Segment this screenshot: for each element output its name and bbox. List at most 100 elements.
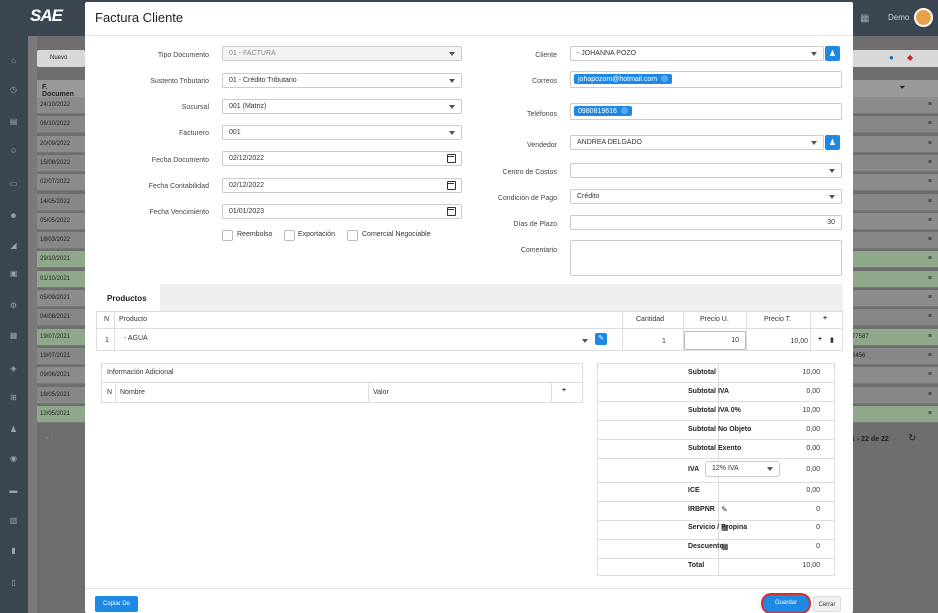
remove-tag-icon[interactable] bbox=[620, 107, 628, 114]
avatar[interactable] bbox=[914, 8, 933, 27]
users-icon[interactable]: ☺ bbox=[8, 145, 19, 156]
bg-table-row[interactable]: 02/07/2022 bbox=[37, 174, 85, 192]
fecha-vencimiento-input[interactable]: 01/01/2023 bbox=[222, 204, 462, 219]
row-cantidad[interactable]: 1 bbox=[662, 338, 666, 345]
cliente-select[interactable]: - JOHANNA POZO bbox=[570, 46, 824, 61]
precio-u-input[interactable]: 10 bbox=[684, 331, 746, 350]
chart-icon[interactable]: ◢ bbox=[8, 240, 19, 251]
bg-table-row[interactable]: 14/05/2022 bbox=[37, 193, 85, 211]
exportacion-checkbox[interactable] bbox=[284, 230, 295, 241]
bg-table-row-right[interactable]: ≡ 77587 bbox=[850, 328, 938, 346]
row-menu-icon[interactable]: ≡ bbox=[928, 217, 932, 224]
group-icon[interactable]: ☻ bbox=[8, 210, 19, 221]
bg-table-row[interactable]: 01/10/2021 bbox=[37, 270, 85, 288]
tipo-documento-select[interactable]: 01 - FACTURA bbox=[222, 46, 462, 61]
comentario-textarea[interactable] bbox=[570, 240, 842, 276]
correos-input[interactable]: johapozom@hotmail.com bbox=[570, 71, 842, 88]
tab-productos[interactable]: Productos bbox=[96, 284, 160, 311]
iva-select[interactable]: 12% IVA bbox=[705, 461, 780, 477]
bg-table-row[interactable]: 24/10/2022 bbox=[37, 97, 85, 114]
calendar-icon[interactable] bbox=[447, 154, 456, 163]
row-menu-icon[interactable]: ≡ bbox=[928, 313, 932, 320]
invoice-icon[interactable]: ▣ bbox=[8, 268, 19, 279]
email-tag[interactable]: johapozom@hotmail.com bbox=[574, 74, 673, 84]
row-menu-icon[interactable]: ≡ bbox=[928, 255, 932, 262]
row-menu-icon[interactable]: ≡ bbox=[928, 294, 932, 301]
cerrar-button[interactable]: Cerrar bbox=[813, 596, 841, 612]
bg-table-row-right[interactable]: ≡ 3456 bbox=[850, 347, 938, 365]
calendar-icon[interactable] bbox=[447, 181, 456, 190]
bg-table-row-right[interactable]: ≡ bbox=[850, 290, 938, 307]
remove-tag-icon[interactable] bbox=[661, 75, 669, 82]
vendedor-select[interactable]: ANDREA DELGADO bbox=[570, 135, 824, 150]
bg-table-row[interactable]: 20/09/2022 bbox=[37, 135, 85, 153]
bg-table-row[interactable]: 15/08/2022 bbox=[37, 154, 85, 172]
bg-table-row-right[interactable]: ≡ bbox=[850, 270, 938, 288]
new-button-bg[interactable]: Nuevo bbox=[37, 50, 85, 67]
facturero-select[interactable]: 001 bbox=[222, 125, 462, 140]
bank-icon[interactable]: ▤ bbox=[8, 116, 19, 127]
row-menu-icon[interactable]: ≡ bbox=[928, 333, 932, 340]
sustento-select[interactable]: 01 - Crédito Tributario bbox=[222, 73, 462, 88]
bg-table-row-right[interactable]: ≡ bbox=[850, 405, 938, 423]
condicion-pago-select[interactable]: Crédito bbox=[570, 189, 842, 204]
truck-icon[interactable]: ▭ bbox=[8, 178, 19, 189]
bg-table-row-right[interactable]: ≡ bbox=[850, 135, 938, 153]
add-row-icon[interactable]: + bbox=[818, 336, 822, 343]
erase-icon[interactable]: ◆ bbox=[907, 53, 913, 62]
phone-tag[interactable]: 0980819616 bbox=[574, 106, 632, 116]
bg-table-row-right[interactable]: ≡ bbox=[850, 212, 938, 230]
home-icon[interactable]: ⌂ bbox=[8, 55, 19, 66]
bg-table-row[interactable]: 29/10/2021 bbox=[37, 251, 85, 269]
doc-icon[interactable]: ▯ bbox=[8, 577, 19, 588]
copiar-de-button[interactable]: Copiar De bbox=[95, 596, 138, 612]
row-menu-icon[interactable]: ≡ bbox=[928, 198, 932, 205]
cliente-person-button[interactable]: ♟ bbox=[825, 46, 840, 61]
row-menu-icon[interactable]: ≡ bbox=[928, 275, 932, 282]
vendedor-person-button[interactable]: ♟ bbox=[825, 135, 840, 150]
calculator-icon[interactable]: ▦ bbox=[721, 523, 729, 532]
pin-icon[interactable]: ◉ bbox=[8, 453, 19, 464]
row-menu-icon[interactable]: ≡ bbox=[928, 178, 932, 185]
centro-costos-select[interactable] bbox=[570, 163, 842, 178]
comercial-negociable-checkbox[interactable] bbox=[347, 230, 358, 241]
product-select[interactable]: - AGUA bbox=[118, 332, 594, 348]
reembolso-checkbox[interactable] bbox=[222, 230, 233, 241]
add-info-button[interactable]: + bbox=[562, 387, 566, 394]
edit-product-button[interactable]: ✎ bbox=[595, 333, 607, 345]
clock-icon[interactable]: ◷ bbox=[8, 84, 19, 95]
bg-table-row-right[interactable]: ≡ bbox=[850, 251, 938, 269]
box-icon[interactable]: ▥ bbox=[8, 515, 19, 526]
calendar-icon[interactable] bbox=[447, 207, 456, 216]
row-menu-icon[interactable]: ≡ bbox=[928, 391, 932, 398]
search-icon[interactable]: ● bbox=[889, 53, 894, 62]
row-menu-icon[interactable]: ≡ bbox=[928, 352, 932, 359]
trash-icon[interactable]: ▮ bbox=[830, 336, 834, 344]
bg-table-row[interactable]: 18/05/2021 bbox=[37, 386, 85, 404]
bg-table-row[interactable]: 06/10/2022 bbox=[37, 116, 85, 134]
calculator-icon[interactable]: ▦ bbox=[721, 542, 729, 551]
bg-table-row[interactable]: 05/09/2021 bbox=[37, 290, 85, 307]
bg-table-row[interactable]: 19/07/2021 bbox=[37, 328, 85, 346]
row-menu-icon[interactable]: ≡ bbox=[928, 371, 932, 378]
add-product-button[interactable]: + bbox=[823, 315, 827, 322]
settings-icon[interactable]: ⚙ bbox=[8, 300, 19, 311]
row-menu-icon[interactable]: ≡ bbox=[928, 101, 932, 108]
row-menu-icon[interactable]: ≡ bbox=[928, 410, 932, 417]
pencil-icon[interactable]: ✎ bbox=[721, 505, 728, 514]
dias-plazo-input[interactable]: 30 bbox=[570, 215, 842, 230]
bg-table-row[interactable]: 19/07/2021 bbox=[37, 347, 85, 365]
guardar-button[interactable]: Guardar bbox=[763, 595, 809, 612]
bg-table-row[interactable]: 12/05/2021 bbox=[37, 405, 85, 423]
bg-table-row-right[interactable]: ≡ bbox=[850, 97, 938, 114]
sucursal-select[interactable]: 001 (Matriz) bbox=[222, 99, 462, 114]
card-icon[interactable]: ▬ bbox=[8, 485, 19, 496]
apps-grid-icon[interactable]: ▦ bbox=[860, 13, 869, 24]
refresh-icon[interactable]: ↻ bbox=[908, 433, 916, 444]
bg-table-row[interactable]: 04/08/2021 bbox=[37, 309, 85, 327]
bg-table-row[interactable]: 09/06/2021 bbox=[37, 367, 85, 385]
bg-table-row-right[interactable]: ≡ bbox=[850, 174, 938, 192]
row-menu-icon[interactable]: ≡ bbox=[928, 236, 932, 243]
bg-table-row[interactable]: 18/03/2022 bbox=[37, 232, 85, 250]
bg-table-row-right[interactable]: ≡ bbox=[850, 386, 938, 404]
